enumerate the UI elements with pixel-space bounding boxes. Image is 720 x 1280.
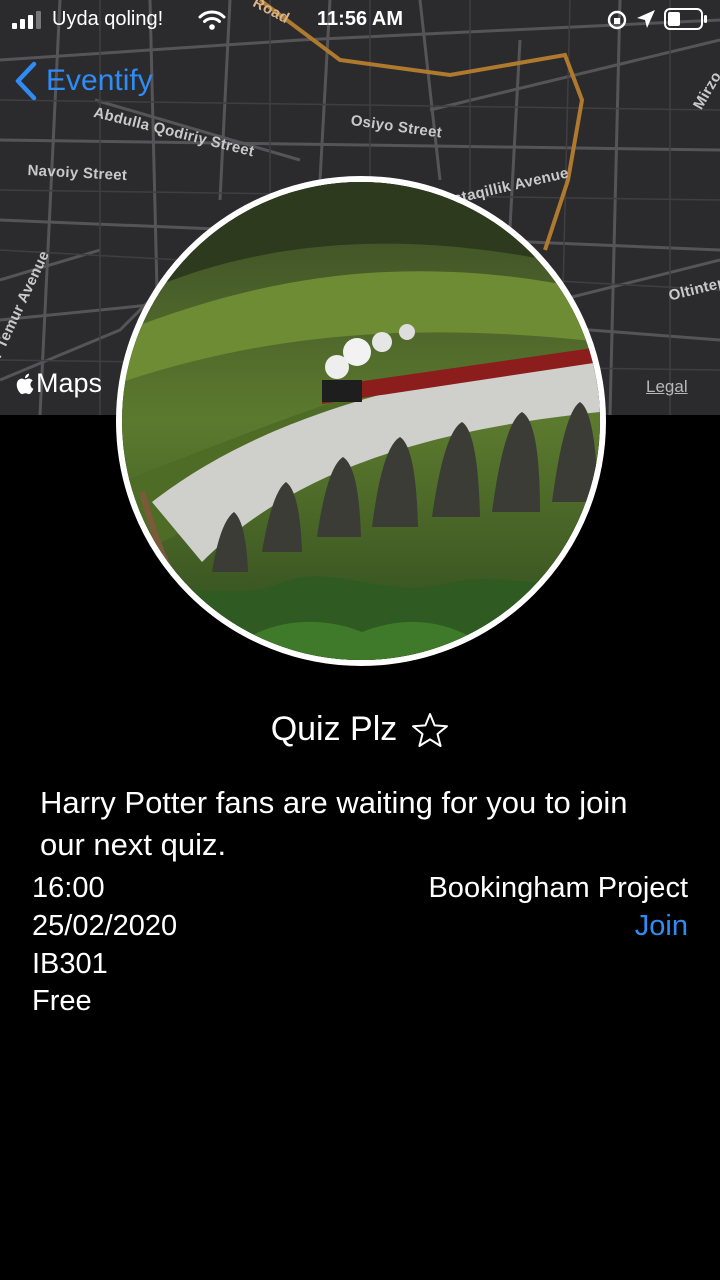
maps-label: Maps: [36, 368, 103, 398]
back-button[interactable]: Eventify: [14, 60, 153, 102]
star-icon[interactable]: [411, 712, 449, 748]
event-title: Quiz Plz: [270, 710, 398, 748]
join-button[interactable]: Join: [635, 910, 688, 943]
event-room: IB301: [32, 948, 108, 980]
chevron-left-icon: [14, 61, 38, 101]
event-date: 25/02/2020: [32, 910, 178, 942]
battery-icon: [664, 8, 708, 35]
event-organizer: Bookingham Project: [428, 872, 688, 904]
event-time: 16:00: [32, 872, 105, 904]
maps-attribution: Maps: [16, 368, 102, 399]
legal-link[interactable]: Legal: [646, 377, 688, 397]
event-title-row: Quiz Plz: [0, 710, 720, 749]
event-description: Harry Potter fans are waiting for you to…: [40, 785, 628, 862]
location-arrow-icon: [636, 9, 656, 34]
back-label: Eventify: [46, 64, 153, 97]
orientation-lock-icon: [606, 9, 628, 36]
apple-logo-icon: [16, 372, 36, 396]
status-bar: Uyda qoling! 11:56 AM: [0, 0, 720, 40]
event-price: Free: [32, 985, 92, 1017]
event-photo: [116, 176, 606, 666]
